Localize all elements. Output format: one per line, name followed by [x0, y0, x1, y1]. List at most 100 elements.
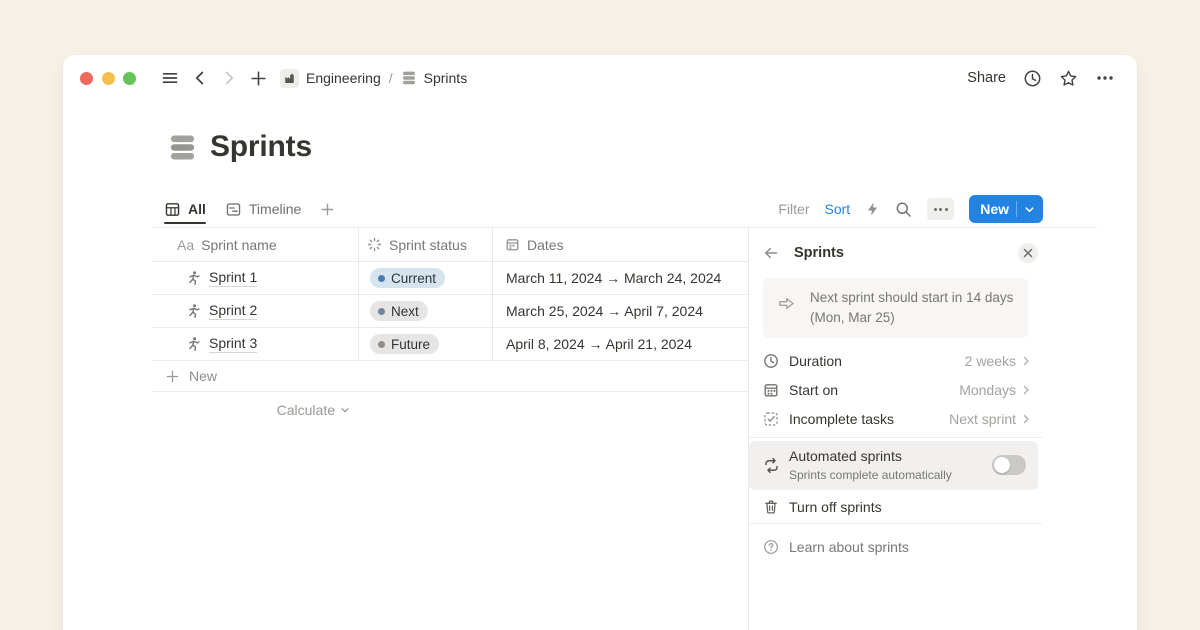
chevron-right-icon — [1020, 413, 1032, 425]
callout-text: Next sprint should start in 14 days (Mon… — [810, 288, 1022, 328]
breadcrumb-separator: / — [389, 70, 393, 86]
status-pill: Current — [370, 268, 445, 288]
setting-value: 2 weeks — [965, 353, 1016, 369]
status-cell[interactable]: Current — [358, 268, 492, 288]
setting-incomplete-tasks[interactable]: Incomplete tasks Next sprint — [763, 404, 1038, 433]
turn-off-sprints-label: Turn off sprints — [789, 499, 882, 515]
new-row-button[interactable]: New — [152, 361, 748, 392]
dates-cell[interactable]: March 25, 2024 → April 7, 2024 — [492, 303, 748, 319]
status-cell[interactable]: Future — [358, 334, 492, 354]
column-label: Sprint name — [201, 237, 276, 253]
panel-back-icon[interactable] — [763, 245, 779, 261]
dates-cell[interactable]: April 8, 2024 → April 21, 2024 — [492, 336, 748, 352]
breadcrumb-workspace[interactable]: Engineering — [306, 70, 381, 86]
forward-icon[interactable] — [221, 70, 237, 86]
status-pill: Future — [370, 334, 439, 354]
setting-start-on[interactable]: Start on Mondays — [763, 375, 1038, 404]
more-options-icon[interactable] — [1095, 69, 1115, 87]
dates-cell[interactable]: March 11, 2024 → March 24, 2024 — [492, 270, 748, 286]
table-row[interactable]: Sprint 3 Future April 8, 2024 → April 21… — [152, 328, 748, 361]
breadcrumb: Engineering / Sprints — [280, 69, 467, 88]
table-row[interactable]: Sprint 2 Next March 25, 2024 → April 7, … — [152, 295, 748, 328]
window-topbar: Engineering / Sprints Share — [63, 55, 1137, 101]
automated-sprints-toggle[interactable] — [992, 455, 1026, 475]
panel-close-button[interactable] — [1018, 243, 1038, 263]
status-dot — [378, 308, 385, 315]
new-dropdown-chevron-icon[interactable] — [1024, 204, 1035, 215]
automated-sprints-sublabel: Sprints complete automatically — [789, 468, 952, 482]
new-button-label: New — [980, 201, 1009, 217]
plus-icon — [165, 369, 180, 384]
calculate-button[interactable]: Calculate — [152, 395, 358, 425]
add-view-icon[interactable] — [320, 202, 335, 217]
status-dot — [378, 275, 385, 282]
column-label: Dates — [527, 237, 564, 253]
breadcrumb-page[interactable]: Sprints — [424, 70, 468, 86]
close-window-button[interactable] — [80, 72, 93, 85]
favorite-star-icon[interactable] — [1059, 69, 1078, 88]
setting-duration[interactable]: Duration 2 weeks — [763, 346, 1038, 375]
sort-button[interactable]: Sort — [825, 201, 851, 217]
turn-off-sprints-button[interactable]: Turn off sprints — [763, 493, 1038, 521]
active-tab-underline — [164, 222, 206, 224]
sprint-page-link[interactable]: Sprint 3 — [209, 335, 257, 353]
repeat-icon — [763, 457, 780, 474]
desktop-background: Engineering / Sprints Share — [0, 0, 1200, 630]
timeline-view-icon — [225, 201, 242, 218]
chevron-right-icon — [1020, 384, 1032, 396]
table-view-icon — [164, 201, 181, 218]
panel-title: Sprints — [794, 245, 844, 261]
tab-all-label: All — [188, 201, 206, 217]
page-database-icon[interactable] — [168, 133, 197, 162]
minimize-window-button[interactable] — [102, 72, 115, 85]
view-options-button[interactable] — [927, 198, 954, 220]
next-sprint-callout: Next sprint should start in 14 days (Mon… — [763, 278, 1028, 338]
tab-timeline[interactable]: Timeline — [225, 201, 301, 218]
automated-sprints-row[interactable]: Automated sprints Sprints complete autom… — [749, 441, 1038, 490]
help-question-icon — [763, 539, 779, 555]
table-header-row: Aa Sprint name Sprint status Dates — [152, 228, 748, 262]
filter-button[interactable]: Filter — [778, 201, 809, 217]
toggle-knob — [994, 457, 1010, 473]
column-label: Sprint status — [389, 237, 467, 253]
setting-label: Incomplete tasks — [789, 411, 894, 427]
new-row-label: New — [189, 368, 217, 384]
calendar-icon — [505, 237, 520, 252]
column-header-dates[interactable]: Dates — [492, 237, 748, 253]
column-header-sprint-name[interactable]: Aa Sprint name — [152, 237, 358, 253]
notion-window: Engineering / Sprints Share — [63, 55, 1137, 630]
page-title: Sprints — [210, 130, 312, 164]
sprints-table: Aa Sprint name Sprint status Dates — [152, 228, 748, 392]
setting-value: Mondays — [959, 382, 1016, 398]
chevron-right-icon — [1020, 355, 1032, 367]
new-button[interactable]: New — [969, 195, 1043, 223]
workspace-factory-icon[interactable] — [280, 69, 299, 88]
sprint-page-link[interactable]: Sprint 1 — [209, 269, 257, 287]
checkbox-dashed-icon — [763, 411, 779, 427]
zoom-window-button[interactable] — [123, 72, 136, 85]
setting-label: Start on — [789, 382, 838, 398]
text-property-icon: Aa — [177, 237, 194, 253]
trash-icon — [763, 499, 779, 515]
sidebar-menu-icon[interactable] — [161, 69, 179, 87]
calendar-icon — [763, 382, 779, 398]
sprint-page-link[interactable]: Sprint 2 — [209, 302, 257, 320]
runner-icon — [185, 336, 201, 352]
back-icon[interactable] — [192, 70, 208, 86]
status-burst-icon — [367, 237, 382, 252]
new-page-icon[interactable] — [250, 70, 267, 87]
status-cell[interactable]: Next — [358, 301, 492, 321]
automated-sprints-label: Automated sprints — [789, 448, 902, 464]
column-header-sprint-status[interactable]: Sprint status — [358, 237, 492, 253]
updates-clock-icon[interactable] — [1023, 69, 1042, 88]
calculate-chevron-icon — [340, 405, 350, 415]
runner-icon — [185, 270, 201, 286]
learn-about-sprints-link[interactable]: Learn about sprints — [763, 533, 1038, 561]
tab-all[interactable]: All — [164, 201, 206, 218]
table-row[interactable]: Sprint 1 Current March 11, 2024 → March … — [152, 262, 748, 295]
automations-bolt-icon[interactable] — [865, 201, 880, 217]
search-icon[interactable] — [895, 201, 912, 218]
panel-section-divider — [749, 437, 1042, 438]
share-button[interactable]: Share — [967, 70, 1006, 86]
new-button-divider — [1016, 201, 1017, 217]
